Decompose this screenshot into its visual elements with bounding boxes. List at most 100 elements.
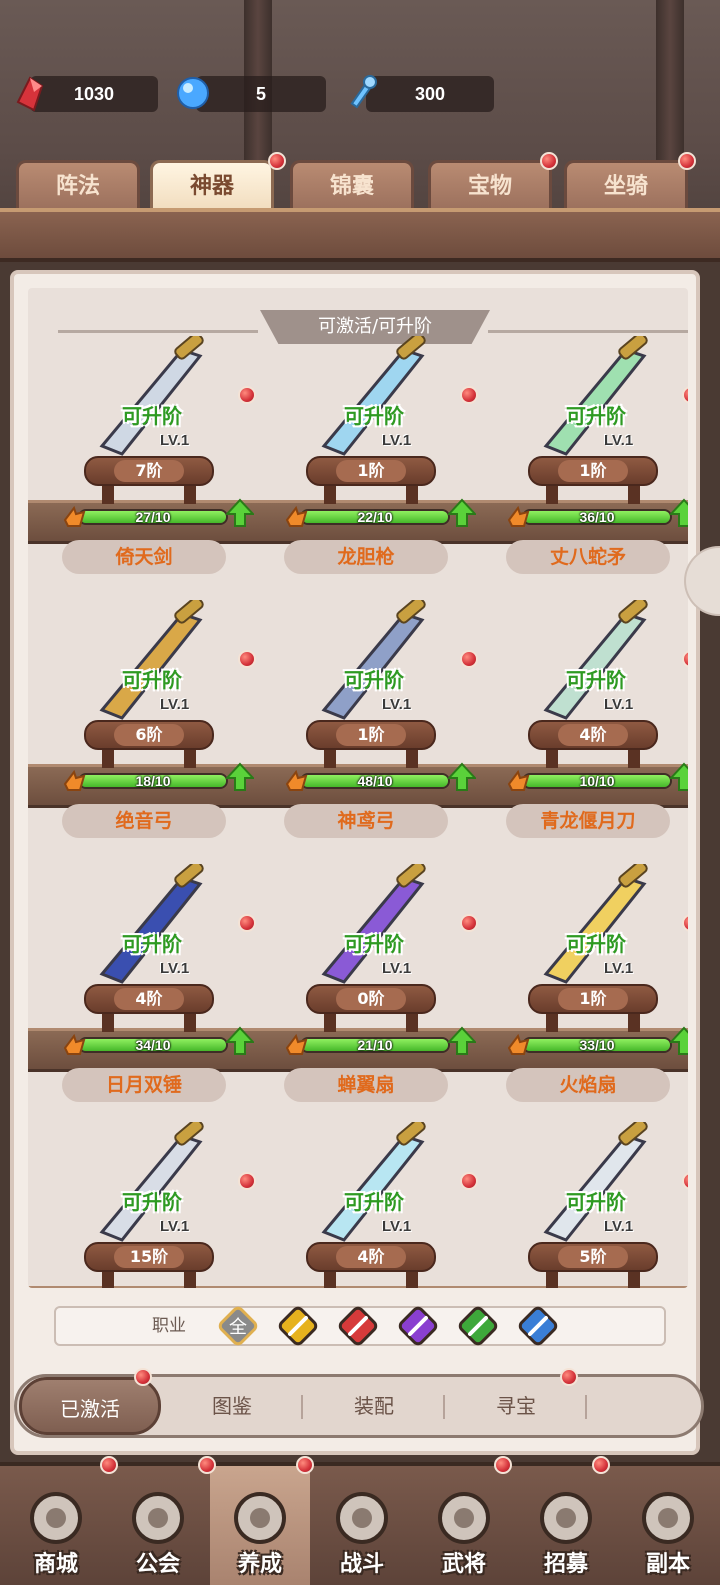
- shard-progress: 21/10: [285, 1026, 476, 1056]
- class-filter-bar: 职业 全: [54, 1306, 666, 1346]
- upgrade-arrow-icon[interactable]: [670, 1026, 688, 1056]
- shard-icon: [63, 505, 86, 527]
- upgrade-arrow-icon[interactable]: [448, 762, 476, 792]
- stand-leg: [102, 1012, 114, 1032]
- artifact-card[interactable]: 可升阶 LV.1 1阶 48/10 神鸢弓: [264, 592, 484, 842]
- upgrade-arrow-icon[interactable]: [448, 1026, 476, 1056]
- progress-value: 22/10: [357, 509, 393, 525]
- artifact-card[interactable]: 可升阶 LV.1 1阶 36/10 丈八蛇矛: [486, 328, 688, 578]
- nav-guild[interactable]: 公会: [108, 1466, 208, 1585]
- artifact-name: 龙胆枪: [284, 540, 448, 574]
- tab-shelf: [0, 208, 720, 262]
- tab-mount-notification-dot: [678, 152, 696, 170]
- key-icon: [350, 75, 377, 109]
- resource-blue-orb[interactable]: 5: [196, 76, 326, 112]
- rank-label: 15阶: [114, 1246, 184, 1268]
- artifact-card[interactable]: 可升阶 LV.1 1阶 33/10 火焰扇: [486, 856, 688, 1106]
- stand-leg: [324, 484, 336, 504]
- crossbow-icon: [321, 600, 426, 720]
- artifact-card[interactable]: 可升阶 LV.1 7阶 27/10 倚天剑: [42, 328, 262, 578]
- progress-value: 27/10: [135, 509, 171, 525]
- tab-artifact[interactable]: 神器: [150, 160, 274, 212]
- progress-value: 33/10: [579, 1037, 615, 1053]
- tab-mount[interactable]: 坐骑: [564, 160, 688, 212]
- artifact-name: 蝉翼扇: [284, 1068, 448, 1102]
- all-class-icon[interactable]: 全: [216, 1304, 260, 1348]
- shop-icon: [30, 1492, 82, 1544]
- display-stand: 4阶: [84, 974, 214, 1032]
- tab-artifact-label: 神器: [189, 174, 234, 199]
- artifact-card[interactable]: 可升阶 LV.1 0阶 21/10 蝉翼扇: [264, 856, 484, 1106]
- upgradable-label: 可升阶: [122, 404, 182, 428]
- purple-fan-icon: [321, 864, 426, 984]
- dungeon-icon: [642, 1492, 694, 1544]
- shard-icon: [63, 769, 86, 791]
- artifact-list[interactable]: 可激活/可升阶 可升阶 LV.1 7阶 27/10 倚天剑 可升阶 LV.1 1…: [28, 288, 688, 1288]
- artifact-card[interactable]: 可升阶 LV.1 4阶 34/10 日月双锤: [42, 856, 262, 1106]
- shard-progress: 36/10: [507, 498, 688, 528]
- spear-icon: [321, 336, 426, 456]
- shard-progress: 22/10: [285, 498, 476, 528]
- nav-label: 公会: [135, 1552, 180, 1577]
- tab-treasure-notification-dot: [540, 152, 558, 170]
- nav-notification-dot: [198, 1456, 216, 1474]
- card-notification-dot: [238, 1172, 256, 1190]
- nav-label: 战斗: [339, 1552, 384, 1577]
- nav-dungeon[interactable]: 副本: [618, 1466, 718, 1585]
- stand-leg: [324, 1270, 336, 1288]
- nav-shop[interactable]: 商城: [6, 1466, 106, 1585]
- blue-orb-icon: [177, 77, 209, 109]
- blade-class-icon[interactable]: [336, 1304, 380, 1348]
- upgrade-arrow-icon[interactable]: [670, 498, 688, 528]
- nav-battle[interactable]: 战斗: [312, 1466, 412, 1585]
- rank-label: 4阶: [558, 724, 628, 746]
- nav-notification-dot: [100, 1456, 118, 1474]
- display-stand: 0阶: [306, 974, 436, 1032]
- stand-leg: [546, 1012, 558, 1032]
- subtab-equip[interactable]: 装配: [303, 1377, 445, 1435]
- shard-progress: 48/10: [285, 762, 476, 792]
- nav-notification-dot: [494, 1456, 512, 1474]
- artifact-name: 绝音弓: [62, 804, 226, 838]
- artifact-card[interactable]: 可升阶 LV.1 4阶 10/10 青龙偃月刀: [486, 592, 688, 842]
- sword-class-icon[interactable]: [276, 1304, 320, 1348]
- tab-strategy[interactable]: 锦囊: [290, 160, 414, 212]
- upgrade-arrow-icon[interactable]: [226, 498, 254, 528]
- shard-icon: [63, 1033, 86, 1055]
- spear-class-icon[interactable]: [456, 1304, 500, 1348]
- artifact-name: 火焰扇: [506, 1068, 670, 1102]
- stand-leg: [406, 1012, 418, 1032]
- artifact-card[interactable]: 可升阶 LV.1 4阶: [264, 1114, 484, 1288]
- subtab-activated-notification-dot: [134, 1368, 152, 1386]
- artifact-card[interactable]: 可升阶 LV.1 6阶 18/10 绝音弓: [42, 592, 262, 842]
- stand-leg: [628, 1012, 640, 1032]
- nav-recruit[interactable]: 招募: [516, 1466, 616, 1585]
- dagger-icon: [99, 1122, 204, 1242]
- nav-general[interactable]: 武将: [414, 1466, 514, 1585]
- artifact-card[interactable]: 可升阶 LV.1 5阶: [486, 1114, 688, 1288]
- upgrade-arrow-icon[interactable]: [448, 498, 476, 528]
- upgrade-arrow-icon[interactable]: [226, 1026, 254, 1056]
- shard-icon: [285, 505, 308, 527]
- nav-nurture[interactable]: 养成: [210, 1466, 310, 1585]
- healer-class-icon[interactable]: [516, 1304, 560, 1348]
- upgradable-label: 可升阶: [566, 932, 626, 956]
- subtab-collection[interactable]: 图鉴: [161, 1377, 303, 1435]
- progress-value: 21/10: [357, 1037, 393, 1053]
- upgradable-label: 可升阶: [122, 932, 182, 956]
- artifact-name: 丈八蛇矛: [506, 540, 670, 574]
- tab-formation[interactable]: 阵法: [16, 160, 140, 212]
- rank-label: 4阶: [114, 988, 184, 1010]
- upgrade-arrow-icon[interactable]: [670, 762, 688, 792]
- progress-value: 18/10: [135, 773, 171, 789]
- tab-treasure[interactable]: 宝物: [428, 160, 552, 212]
- bow-class-icon[interactable]: [396, 1304, 440, 1348]
- upgrade-arrow-icon[interactable]: [226, 762, 254, 792]
- resource-key[interactable]: 300: [366, 76, 494, 112]
- card-notification-dot: [238, 386, 256, 404]
- artifact-card[interactable]: 可升阶 LV.1 15阶: [42, 1114, 262, 1288]
- stand-leg: [184, 748, 196, 768]
- artifact-card[interactable]: 可升阶 LV.1 1阶 22/10 龙胆枪: [264, 328, 484, 578]
- stand-leg: [546, 484, 558, 504]
- rank-label: 5阶: [558, 1246, 628, 1268]
